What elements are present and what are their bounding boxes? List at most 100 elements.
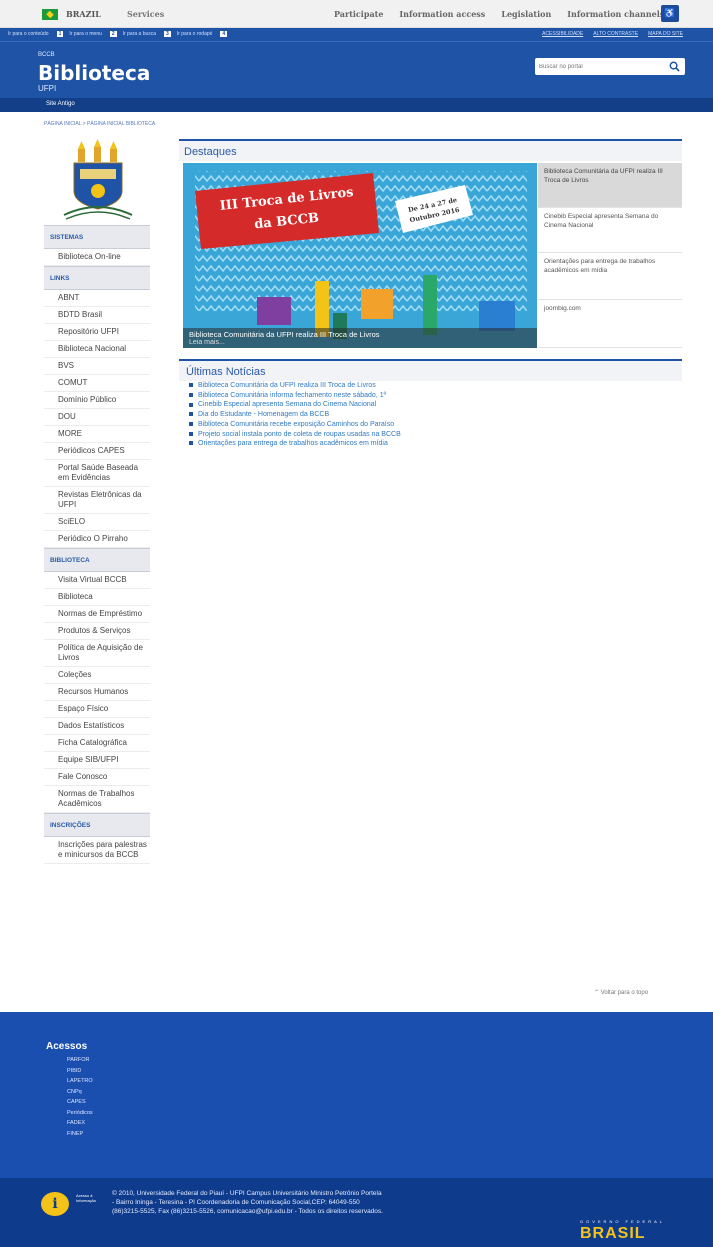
destaques-list: Biblioteca Comunitária da UFPI realiza I…	[538, 163, 682, 348]
news-item[interactable]: Projeto social instala ponto de coleta d…	[189, 430, 401, 440]
sidebar-item-periodico-pirraho[interactable]: Periódico O Pirraho	[44, 531, 150, 548]
search-input[interactable]	[535, 58, 661, 75]
sidebar-item-more[interactable]: MORE	[44, 426, 150, 443]
footer: Acessos PARFOR PIBID LAPETRO CNPq CAPES …	[0, 1012, 713, 1178]
footer-link-fadex[interactable]: FADEX	[67, 1118, 93, 1129]
breadcrumb[interactable]: PÁGINA INICIAL > PÁGINA INICIAL BIBLIOTE…	[44, 121, 155, 127]
gov-links: Participate Information access Legislati…	[334, 9, 680, 19]
slide-caption-title[interactable]: Biblioteca Comunitária da UFPI realiza I…	[189, 330, 531, 339]
featured-slide[interactable]: III Troca de Livros da BCCB De 24 a 27 d…	[183, 163, 537, 348]
sidebar-item-dados-estatisticos[interactable]: Dados Estatísticos	[44, 718, 150, 735]
legislation-link[interactable]: Legislation	[501, 9, 551, 19]
brazil-flag-icon[interactable]	[42, 9, 58, 20]
sidebar-item-politica-aquisicao[interactable]: Política de Aquisição de Livros	[44, 640, 150, 667]
sidebar-item-bdtd[interactable]: BDTD Brasil	[44, 307, 150, 324]
sidebar-item-normas-emprestimo[interactable]: Normas de Empréstimo	[44, 606, 150, 623]
sidebar-item-periodicos-capes[interactable]: Periódicos CAPES	[44, 443, 150, 460]
information-access-label[interactable]: Acesso à Informação	[76, 1193, 96, 1203]
governo-federal-logo[interactable]: GOVERNO FEDERAL BRASIL	[578, 1218, 684, 1247]
sidebar-item-colecoes[interactable]: Coleções	[44, 667, 150, 684]
torch-icons	[78, 139, 117, 162]
back-to-top-label: Voltar para o topo	[600, 990, 649, 996]
news-item[interactable]: Biblioteca Comunitária recebe exposição …	[189, 420, 401, 430]
news-item[interactable]: Biblioteca Comunitária da UFPI realiza I…	[189, 381, 401, 391]
sidebar: SISTEMAS Biblioteca On-line LINKS ABNT B…	[44, 139, 150, 864]
site-title[interactable]: Biblioteca	[38, 61, 150, 85]
sidebar-item-recursos-humanos[interactable]: Recursos Humanos	[44, 684, 150, 701]
destaques-item[interactable]: Biblioteca Comunitária da UFPI realiza I…	[538, 163, 682, 208]
sidebar-item-inscricoes-palestras[interactable]: Inscrições para palestras e minicursos d…	[44, 837, 150, 864]
nav-old-site-link[interactable]: Site Antigo	[46, 101, 75, 107]
sidebar-item-biblioteca[interactable]: Biblioteca	[44, 589, 150, 606]
skip-to-content-link[interactable]: Ir para o conteúdo 1	[8, 31, 64, 37]
sidebar-item-scielo[interactable]: SciELO	[44, 514, 150, 531]
copyright-text: © 2010, Universidade Federal do Piauí - …	[112, 1190, 383, 1215]
news-item[interactable]: Biblioteca Comunitária informa fechament…	[189, 391, 401, 401]
ufpi-logo[interactable]	[44, 139, 150, 225]
country-link[interactable]: BRAZIL	[66, 9, 101, 19]
destaques-item[interactable]: Orientações para entrega de trabalhos ac…	[538, 253, 682, 300]
news-item[interactable]: Dia do Estudante - Homenagem da BCCB	[189, 410, 401, 420]
sidebar-item-normas-trabalhos[interactable]: Normas de Trabalhos Acadêmicos	[44, 786, 150, 813]
sidebar-item-dou[interactable]: DOU	[44, 409, 150, 426]
footer-link-lapetro[interactable]: LAPETRO	[67, 1076, 93, 1087]
skip-to-menu-link[interactable]: Ir para o menu 2	[69, 31, 117, 37]
sidebar-item-portal-saude[interactable]: Portal Saúde Baseada em Evidências	[44, 460, 150, 487]
news-item[interactable]: Orientações para entrega de trabalhos ac…	[189, 439, 401, 449]
sidebar-item-biblioteca-online[interactable]: Biblioteca On-line	[44, 249, 150, 266]
sidebar-item-equipe[interactable]: Equipe SIB/UFPI	[44, 752, 150, 769]
footer-bottom: i Acesso à Informação © 2010, Universidad…	[0, 1178, 713, 1247]
sidebar-item-dominio-publico[interactable]: Domínio Público	[44, 392, 150, 409]
links-heading: LINKS	[44, 266, 150, 290]
site-subtitle: UFPI	[38, 84, 57, 93]
accessibility-icon[interactable]: ♿	[661, 5, 679, 22]
inscricoes-heading: INSCRIÇÕES	[44, 813, 150, 837]
accessibility-link[interactable]: ACESSIBILIDADE	[542, 31, 583, 37]
destaques-title: Destaques	[184, 146, 237, 158]
slide-caption[interactable]: Biblioteca Comunitária da UFPI realiza I…	[183, 328, 537, 348]
gov-bar: BRAZIL Services Participate Information …	[0, 0, 713, 28]
sidebar-item-abnt[interactable]: ABNT	[44, 290, 150, 307]
news-item[interactable]: Cinebib Especial apresenta Semana do Cin…	[189, 400, 401, 410]
sidebar-item-comut[interactable]: COMUT	[44, 375, 150, 392]
search-icon[interactable]	[669, 61, 680, 72]
sidebar-item-espaco-fisico[interactable]: Espaço Físico	[44, 701, 150, 718]
site-map-link[interactable]: MAPA DO SITE	[648, 31, 683, 37]
back-to-top-link[interactable]: ⌃ Voltar para o topo	[594, 989, 648, 996]
sidebar-item-visita-virtual[interactable]: Visita Virtual BCCB	[44, 572, 150, 589]
sidebar-item-repositorio[interactable]: Repositório UFPI	[44, 324, 150, 341]
services-link[interactable]: Services	[127, 9, 164, 19]
brand-prefix: BCCB	[38, 52, 55, 58]
search-box	[535, 58, 685, 75]
information-channels-link[interactable]: Information channels	[567, 9, 664, 19]
footer-links: PARFOR PIBID LAPETRO CNPq CAPES Periódic…	[67, 1055, 93, 1139]
news-list: Biblioteca Comunitária da UFPI realiza I…	[189, 381, 401, 449]
information-access-link[interactable]: Information access	[399, 9, 485, 19]
sistemas-heading: SISTEMAS	[44, 225, 150, 249]
accessibility-bar: Ir para o conteúdo 1 Ir para o menu 2 Ir p…	[0, 28, 713, 42]
sidebar-item-revistas[interactable]: Revistas Eletrônicas da UFPI	[44, 487, 150, 514]
site-header: Ir para o conteúdo 1 Ir para o menu 2 Ir p…	[0, 28, 713, 98]
participate-link[interactable]: Participate	[334, 9, 383, 19]
footer-link-finep[interactable]: FINEP	[67, 1129, 93, 1140]
skip-to-search-link[interactable]: Ir para a busca 3	[123, 31, 171, 37]
slide-read-more-link[interactable]: Leia mais...	[189, 339, 531, 346]
skip-to-footer-link[interactable]: Ir para o rodapé 4	[177, 31, 228, 37]
destaques-header: Destaques	[179, 139, 682, 161]
footer-title: Acessos	[46, 1041, 88, 1052]
footer-link-capes[interactable]: CAPES	[67, 1097, 93, 1108]
footer-link-periodicos[interactable]: Periódicos	[67, 1108, 93, 1119]
sidebar-item-produtos-servicos[interactable]: Produtos & Serviços	[44, 623, 150, 640]
destaques-item[interactable]: joombig.com	[538, 300, 682, 348]
sidebar-item-biblioteca-nacional[interactable]: Biblioteca Nacional	[44, 341, 150, 358]
destaques-item[interactable]: Cinebib Especial apresenta Semana do Cin…	[538, 208, 682, 253]
footer-link-pibid[interactable]: PIBID	[67, 1066, 93, 1077]
sidebar-item-ficha-catalografica[interactable]: Ficha Catalográfica	[44, 735, 150, 752]
information-access-icon[interactable]: i	[41, 1192, 69, 1216]
footer-link-cnpq[interactable]: CNPq	[67, 1087, 93, 1098]
sidebar-item-bvs[interactable]: BVS	[44, 358, 150, 375]
sidebar-item-fale-conosco[interactable]: Fale Conosco	[44, 769, 150, 786]
footer-link-parfor[interactable]: PARFOR	[67, 1055, 93, 1066]
biblioteca-heading: BIBLIOTECA	[44, 548, 150, 572]
high-contrast-link[interactable]: ALTO CONTRASTE	[593, 31, 638, 37]
